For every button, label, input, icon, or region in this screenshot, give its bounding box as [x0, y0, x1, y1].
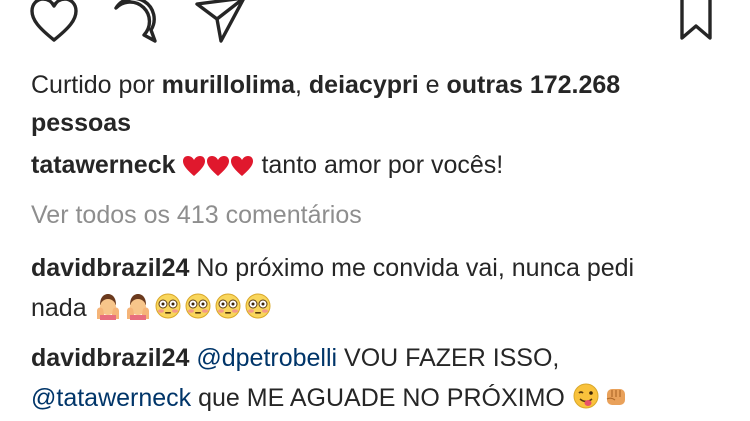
comment-text: que ME AGUADE NO PRÓXIMO: [191, 384, 572, 412]
post-caption: tatawerneck tanto amor por vocês!: [31, 150, 730, 184]
comment-username[interactable]: davidbrazil24: [31, 344, 189, 372]
winking-tongue-emoji: [572, 382, 600, 417]
person-facepalm-emoji: [124, 292, 152, 327]
flushed-face-emoji: [154, 292, 182, 327]
comment-emoji-group: [94, 293, 274, 322]
red-heart-emoji: [206, 154, 230, 184]
post-action-bar: [0, 0, 750, 52]
comment-text: nada: [31, 294, 94, 322]
comment-item: davidbrazil24 @dpetrobelli VOU FAZER ISS…: [31, 343, 730, 373]
liker-username[interactable]: murillolima: [162, 71, 295, 99]
likes-prefix: Curtido por: [31, 71, 162, 99]
comment-text: No próximo me convida vai, nunca pedi: [189, 254, 635, 282]
caption-emoji-group: [182, 151, 261, 179]
flushed-face-emoji: [214, 292, 242, 327]
comment-icon[interactable]: [110, 0, 162, 44]
bookmark-icon[interactable]: [678, 0, 714, 42]
mention-link[interactable]: @dpetrobelli: [196, 344, 337, 372]
heart-icon[interactable]: [29, 0, 79, 42]
red-heart-emoji: [182, 154, 206, 184]
liker-username[interactable]: deiacypri: [309, 71, 419, 99]
comment-emoji-group: [572, 383, 632, 412]
share-icon[interactable]: [194, 0, 248, 44]
caption-text: tanto amor por vocês!: [261, 151, 504, 179]
comment-item-continued: @tatawerneck que ME AGUADE NO PRÓXIMO: [31, 382, 730, 417]
comment-item: davidbrazil24 No próximo me convida vai,…: [31, 253, 730, 283]
comment-username[interactable]: davidbrazil24: [31, 254, 189, 282]
red-heart-emoji: [230, 154, 254, 184]
likes-others-count[interactable]: outras 172.268: [446, 71, 620, 99]
mention-link[interactable]: @tatawerneck: [31, 384, 191, 412]
caption-username[interactable]: tatawerneck: [31, 151, 176, 179]
comment-text: VOU FAZER ISSO,: [337, 344, 560, 372]
flushed-face-emoji: [184, 292, 212, 327]
likes-separator: ,: [295, 71, 309, 99]
fist-bump-emoji: [602, 382, 630, 417]
comment-item-continued: nada: [31, 292, 730, 327]
flushed-face-emoji: [244, 292, 272, 327]
likes-summary: Curtido por murillolima, deiacypri e out…: [31, 70, 730, 100]
likes-summary-continued: pessoas: [31, 108, 730, 138]
likes-conjunction: e: [418, 71, 447, 99]
likes-suffix[interactable]: pessoas: [31, 109, 131, 137]
person-facepalm-emoji: [94, 292, 122, 327]
view-all-comments-link[interactable]: Ver todos os 413 comentários: [31, 200, 730, 230]
